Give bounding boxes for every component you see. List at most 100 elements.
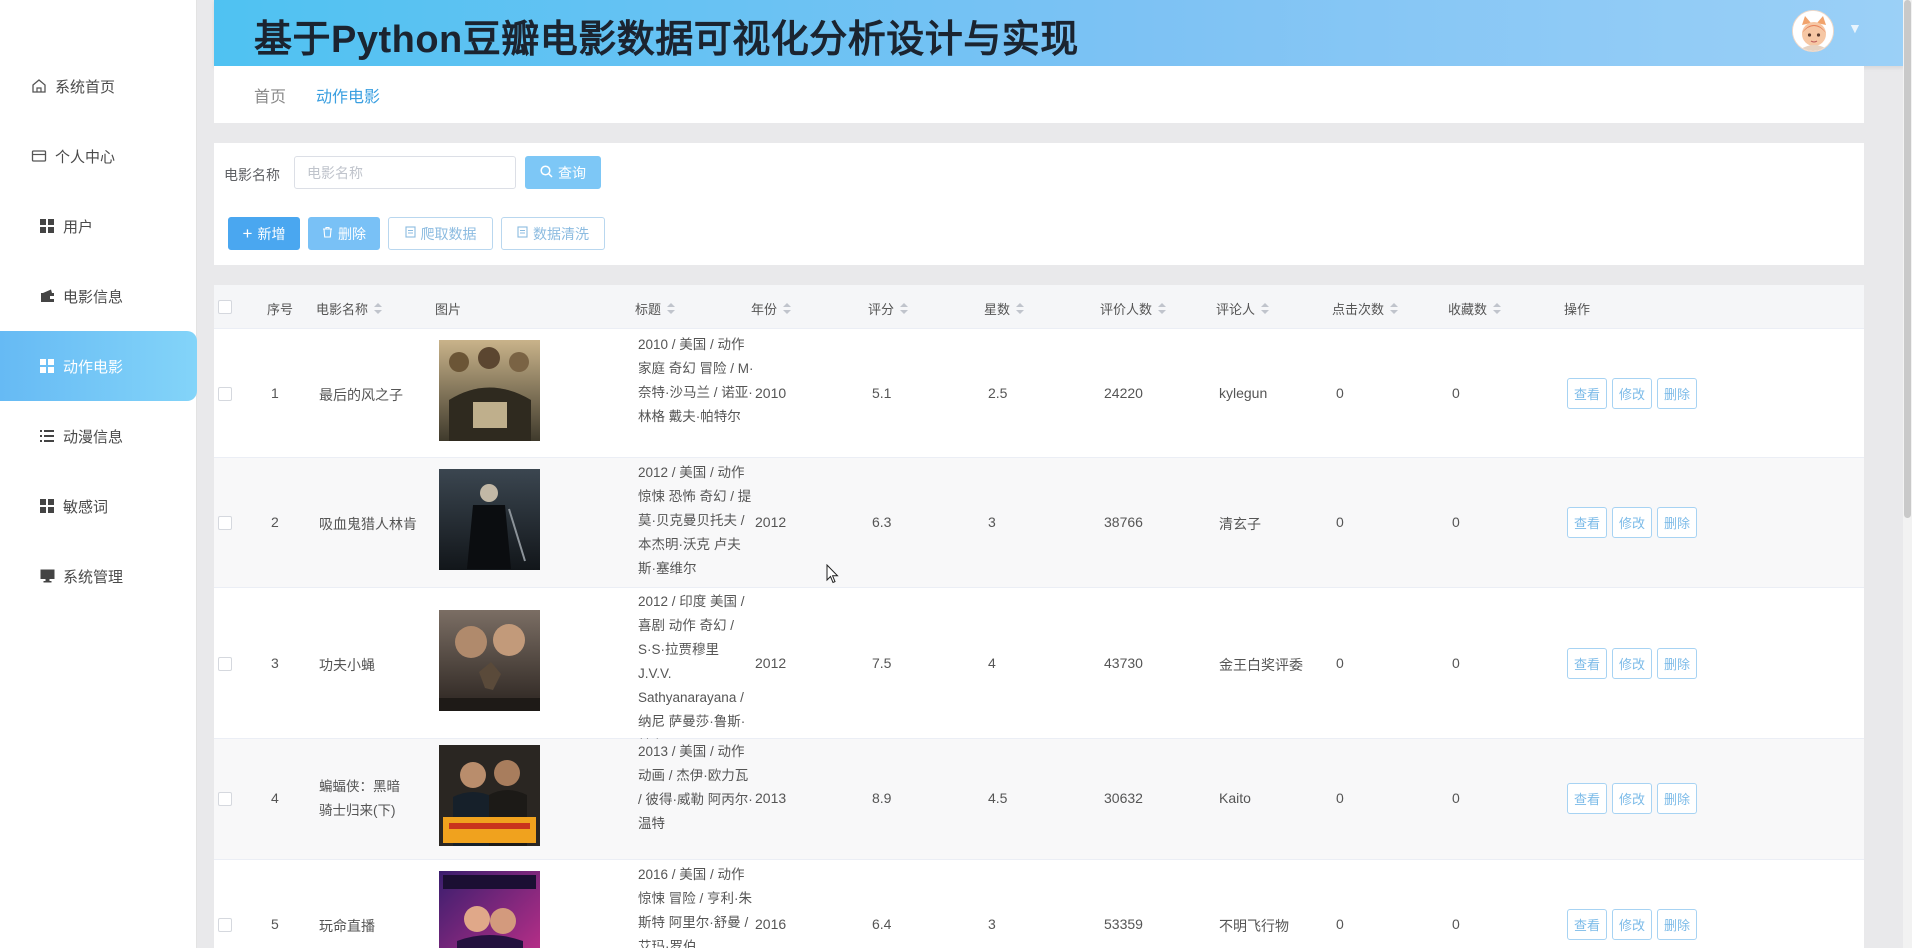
sort-icon[interactable] bbox=[1493, 302, 1502, 315]
search-label: 电影名称 bbox=[224, 167, 280, 183]
edit-button[interactable]: 修改 bbox=[1612, 507, 1652, 538]
movie-year: 2010 bbox=[755, 385, 787, 401]
crawl-data-button[interactable]: 爬取数据 bbox=[388, 217, 493, 250]
table-row: 3 功夫小蝇 2012 / 印度 美国 / 喜剧 动作 奇幻 / S·S·拉贾穆… bbox=[214, 588, 1864, 753]
row-delete-button[interactable]: 删除 bbox=[1657, 648, 1697, 679]
document-icon bbox=[517, 226, 528, 241]
sidebar-item-users[interactable]: 用户 bbox=[0, 191, 197, 261]
query-button-label: 查询 bbox=[558, 164, 586, 181]
edit-button[interactable]: 修改 bbox=[1612, 648, 1652, 679]
movie-reviewer: 不明飞行物 bbox=[1219, 918, 1289, 934]
breadcrumb-home[interactable]: 首页 bbox=[254, 83, 286, 107]
movie-title-info: 2012 / 印度 美国 / 喜剧 动作 奇幻 / S·S·拉贾穆里 J.V.V… bbox=[638, 594, 746, 753]
row-checkbox[interactable] bbox=[218, 387, 232, 401]
sort-icon[interactable] bbox=[1390, 302, 1399, 315]
movie-score: 8.9 bbox=[872, 790, 892, 806]
sidebar-item-movie-info[interactable]: 电影信息 bbox=[0, 261, 197, 331]
card-icon bbox=[30, 147, 48, 165]
column-header-sortable[interactable]: 电影名称 bbox=[316, 299, 383, 318]
sort-icon[interactable] bbox=[1158, 302, 1167, 315]
sort-icon[interactable] bbox=[667, 302, 676, 315]
search-input[interactable] bbox=[294, 156, 516, 189]
column-header-sortable[interactable]: 收藏数 bbox=[1448, 299, 1502, 318]
movie-score: 7.5 bbox=[872, 655, 892, 671]
row-checkbox[interactable] bbox=[218, 516, 232, 530]
delete-button[interactable]: 删除 bbox=[308, 217, 380, 250]
sidebar-item-system-management[interactable]: 系统管理 bbox=[0, 541, 197, 611]
view-button[interactable]: 查看 bbox=[1567, 909, 1607, 940]
edit-button[interactable]: 修改 bbox=[1612, 783, 1652, 814]
movie-reviewer: 金王白奖评委 bbox=[1219, 657, 1303, 673]
column-header-sortable[interactable]: 点击次数 bbox=[1332, 299, 1399, 318]
movie-title-info: 2010 / 美国 / 动作 家庭 奇幻 冒险 / M·奈特·沙马兰 / 诺亚·… bbox=[638, 337, 754, 424]
row-index: 4 bbox=[271, 790, 279, 806]
row-checkbox[interactable] bbox=[218, 792, 232, 806]
sidebar-item-action-movies[interactable]: 动作电影 bbox=[0, 331, 197, 401]
sidebar-item-home[interactable]: 系统首页 bbox=[0, 51, 197, 121]
view-button[interactable]: 查看 bbox=[1567, 648, 1607, 679]
movie-table: 序号 电影名称 图片 标题 年份 评分 星数 评价人数 评论人 点击次数 收藏数… bbox=[214, 285, 1864, 948]
home-icon bbox=[30, 77, 48, 95]
movie-stars: 4 bbox=[988, 655, 996, 671]
movie-poster-image bbox=[439, 469, 540, 570]
row-checkbox[interactable] bbox=[218, 918, 232, 932]
movie-score: 5.1 bbox=[872, 385, 892, 401]
edit-button[interactable]: 修改 bbox=[1612, 378, 1652, 409]
column-header-sortable[interactable]: 评论人 bbox=[1216, 299, 1270, 318]
movie-name: 蝙蝠侠：黑暗骑士归来(下) bbox=[319, 779, 400, 818]
wallet-icon bbox=[38, 287, 56, 305]
page-scrollbar-thumb[interactable] bbox=[1904, 0, 1911, 518]
search-icon bbox=[540, 164, 553, 181]
clean-data-button[interactable]: 数据清洗 bbox=[501, 217, 605, 250]
view-button[interactable]: 查看 bbox=[1567, 378, 1607, 409]
movie-clicks: 0 bbox=[1336, 790, 1344, 806]
add-button[interactable]: + 新增 bbox=[228, 217, 300, 250]
row-checkbox[interactable] bbox=[218, 657, 232, 671]
movie-favorites: 0 bbox=[1452, 385, 1460, 401]
sort-icon[interactable] bbox=[1261, 302, 1270, 315]
edit-button[interactable]: 修改 bbox=[1612, 909, 1652, 940]
column-header-sortable[interactable]: 年份 bbox=[751, 299, 792, 318]
row-index: 5 bbox=[271, 916, 279, 932]
column-header: 序号 bbox=[267, 302, 294, 317]
sort-icon[interactable] bbox=[1016, 302, 1025, 315]
movie-clicks: 0 bbox=[1336, 385, 1344, 401]
view-button[interactable]: 查看 bbox=[1567, 783, 1607, 814]
sidebar-item-sensitive-words[interactable]: 敏感词 bbox=[0, 471, 197, 541]
row-delete-button[interactable]: 删除 bbox=[1657, 783, 1697, 814]
movie-clicks: 0 bbox=[1336, 655, 1344, 671]
column-header-sortable[interactable]: 标题 bbox=[635, 299, 676, 318]
avatar[interactable] bbox=[1792, 10, 1834, 52]
query-button[interactable]: 查询 bbox=[525, 156, 601, 189]
sidebar-item-label: 用户 bbox=[63, 218, 94, 236]
monitor-icon bbox=[38, 567, 56, 585]
movie-title-info: 2016 / 美国 / 动作 惊悚 冒险 / 亨利·朱斯特 阿里尔·舒曼 / 艾… bbox=[638, 867, 752, 948]
row-delete-button[interactable]: 删除 bbox=[1657, 909, 1697, 940]
movie-favorites: 0 bbox=[1452, 514, 1460, 530]
sort-icon[interactable] bbox=[783, 302, 792, 315]
movie-poster-image bbox=[439, 610, 540, 711]
mouse-cursor-icon bbox=[826, 563, 840, 584]
movie-favorites: 0 bbox=[1452, 916, 1460, 932]
column-header-sortable[interactable]: 星数 bbox=[984, 299, 1025, 318]
sidebar-item-label: 动漫信息 bbox=[63, 428, 124, 446]
column-header-sortable[interactable]: 评价人数 bbox=[1100, 299, 1167, 318]
sidebar-item-profile[interactable]: 个人中心 bbox=[0, 121, 197, 191]
movie-name: 功夫小蝇 bbox=[319, 657, 375, 673]
row-delete-button[interactable]: 删除 bbox=[1657, 378, 1697, 409]
sidebar-item-label: 敏感词 bbox=[63, 498, 109, 516]
movie-year: 2012 bbox=[755, 655, 787, 671]
movie-name: 最后的风之子 bbox=[319, 387, 403, 403]
sort-icon[interactable] bbox=[900, 302, 909, 315]
column-header: 图片 bbox=[435, 302, 462, 317]
view-button[interactable]: 查看 bbox=[1567, 507, 1607, 538]
crawl-data-button-label: 爬取数据 bbox=[420, 225, 477, 242]
sort-icon[interactable] bbox=[374, 302, 383, 315]
app-title: 基于Python豆瓣电影数据可视化分析设计与实现 bbox=[254, 19, 1079, 61]
select-all-checkbox[interactable] bbox=[218, 300, 232, 314]
row-delete-button[interactable]: 删除 bbox=[1657, 507, 1697, 538]
sidebar-item-anime-info[interactable]: 动漫信息 bbox=[0, 401, 197, 471]
column-header-sortable[interactable]: 评分 bbox=[868, 299, 909, 318]
table-row: 2 吸血鬼猎人林肯 2012 / 美国 / 动作 惊悚 恐怖 奇幻 / 提莫·贝… bbox=[214, 458, 1864, 588]
chevron-down-icon[interactable]: ▼ bbox=[1848, 20, 1862, 36]
